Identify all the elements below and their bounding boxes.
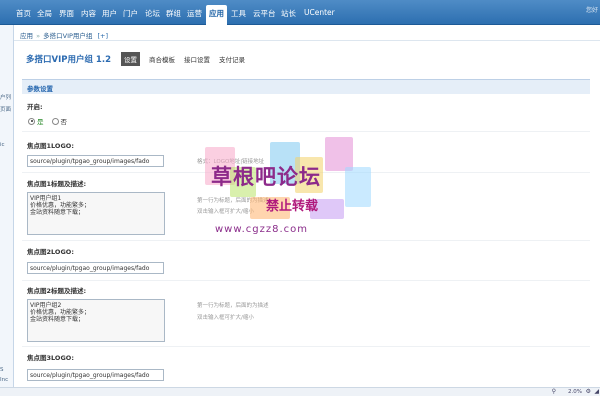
focus1-desc-hint-2: 双击输入框可扩大/缩小 — [197, 209, 254, 215]
focus3-logo-input[interactable]: source/plugin/tpgao_group/images/fado — [27, 369, 164, 381]
section-header: 参数设置 — [22, 79, 590, 94]
watermark-subtitle: 禁止转载 — [266, 199, 319, 214]
settings-icon[interactable]: ⚙ — [586, 388, 591, 395]
add-shortcut-link[interactable]: [+] — [98, 32, 109, 40]
breadcrumb-separator: » — [36, 32, 41, 40]
watermark-block — [310, 199, 344, 219]
divider — [22, 172, 590, 173]
enable-radio-group: 是 否 — [28, 116, 75, 126]
divider — [22, 131, 590, 132]
focus1-desc-hint: 第一行为标题，后面的为描述 — [197, 198, 269, 204]
focus1-logo-label: 焦点图1LOGO: — [27, 142, 74, 150]
focus2-desc-textarea[interactable]: VIP用户组2 价格优惠，功能繁多； 金站资料随意下载； — [27, 299, 165, 342]
focus2-desc-hint: 第一行为标题，后面的为描述 — [197, 303, 269, 309]
zoom-level[interactable]: 2.0% — [568, 389, 582, 395]
focus2-desc-label: 焦点图2标题及描述: — [27, 287, 87, 295]
focus2-logo-label: 焦点图2LOGO: — [27, 248, 74, 256]
watermark-block — [295, 157, 323, 193]
nav-portal[interactable]: 门户 — [123, 8, 138, 19]
watermark-url: www.cgzz8.com — [215, 224, 309, 235]
watermark-block — [205, 147, 235, 185]
enable-yes-radio[interactable] — [28, 117, 35, 125]
watermark-block — [325, 137, 353, 171]
focus1-logo-input[interactable]: source/plugin/tpgao_group/images/fado — [27, 155, 164, 167]
nav-home[interactable]: 首页 — [16, 8, 31, 19]
nav-cloud[interactable]: 云平台 — [253, 8, 276, 19]
section-title: 参数设置 — [27, 85, 53, 93]
nav-ucenter[interactable]: UCenter — [304, 8, 335, 17]
nav-operations[interactable]: 运营 — [187, 8, 202, 19]
enable-no-label[interactable]: 否 — [61, 116, 68, 126]
sidebar-item[interactable]: 页面 — [0, 105, 11, 113]
nav-forum[interactable]: 论坛 — [145, 8, 160, 19]
page-title: 多搭口VIP用户组 1.2 — [26, 55, 111, 65]
nav-apps[interactable]: 应用 — [206, 5, 227, 25]
watermark-title: 草根吧论坛 — [211, 165, 321, 189]
focus2-logo-input[interactable]: source/plugin/tpgao_group/images/fado — [27, 262, 164, 274]
enable-no-radio[interactable] — [51, 117, 59, 125]
top-navigation: 首页 全局 界面 内容 用户 门户 论坛 群组 运营 应用 工具 云平台 站长 … — [0, 0, 600, 25]
breadcrumb-current: 多搭口VIP用户组 — [43, 32, 93, 40]
enable-yes-label[interactable]: 是 — [37, 116, 44, 126]
focus1-desc-label: 焦点图1标题及描述: — [27, 180, 87, 188]
breadcrumb: 应用 » 多搭口VIP用户组 [+] — [14, 25, 600, 41]
zoom-icon[interactable]: ⚲ — [552, 388, 556, 395]
enable-label: 开启: — [27, 103, 43, 111]
left-sidebar: 户列 页面 ic S Inc — [0, 25, 14, 396]
sidebar-item[interactable]: ic — [0, 142, 5, 148]
watermark-block — [345, 167, 371, 207]
sidebar-item[interactable]: 户列 — [0, 93, 11, 101]
focus1-logo-hint: 格式：LOGO地址|链接地址 — [197, 159, 265, 165]
nav-tools[interactable]: 工具 — [231, 8, 246, 19]
watermark-block — [270, 142, 300, 184]
resize-icon[interactable]: ◢ — [594, 388, 599, 395]
tab-settings[interactable]: 设置 — [121, 52, 140, 66]
plugin-header: 多搭口VIP用户组 1.2 设置 商合模板 接口设置 支付记录 — [26, 52, 254, 66]
nav-interface[interactable]: 界面 — [59, 8, 74, 19]
nav-webmaster[interactable]: 站长 — [281, 8, 296, 19]
focus3-logo-label: 焦点图3LOGO: — [27, 354, 74, 362]
divider — [22, 346, 590, 347]
nav-users[interactable]: 用户 — [102, 8, 117, 19]
sidebar-item[interactable]: S — [0, 367, 4, 373]
tab-payments[interactable]: 支付记录 — [219, 54, 245, 64]
nav-content[interactable]: 内容 — [81, 8, 96, 19]
user-greeting[interactable]: 您好 — [586, 5, 598, 14]
focus1-desc-textarea[interactable]: VIP用户组1 价格优惠，功能繁多； 金站资料随意下载； — [27, 192, 165, 235]
divider — [22, 280, 590, 281]
breadcrumb-root[interactable]: 应用 — [20, 32, 33, 40]
tab-interface[interactable]: 接口设置 — [184, 54, 210, 64]
focus2-desc-hint-2: 双击输入框可扩大/缩小 — [197, 315, 254, 321]
watermark: 草根吧论坛 禁止转载 www.cgzz8.com — [175, 137, 385, 252]
tab-templates[interactable]: 商合模板 — [149, 54, 175, 64]
sidebar-item[interactable]: Inc — [0, 377, 8, 383]
nav-global[interactable]: 全局 — [37, 8, 52, 19]
status-bar: ⚲ 2.0% ⚙ ◢ — [0, 387, 600, 396]
nav-groups[interactable]: 群组 — [166, 8, 181, 19]
divider — [22, 240, 590, 241]
